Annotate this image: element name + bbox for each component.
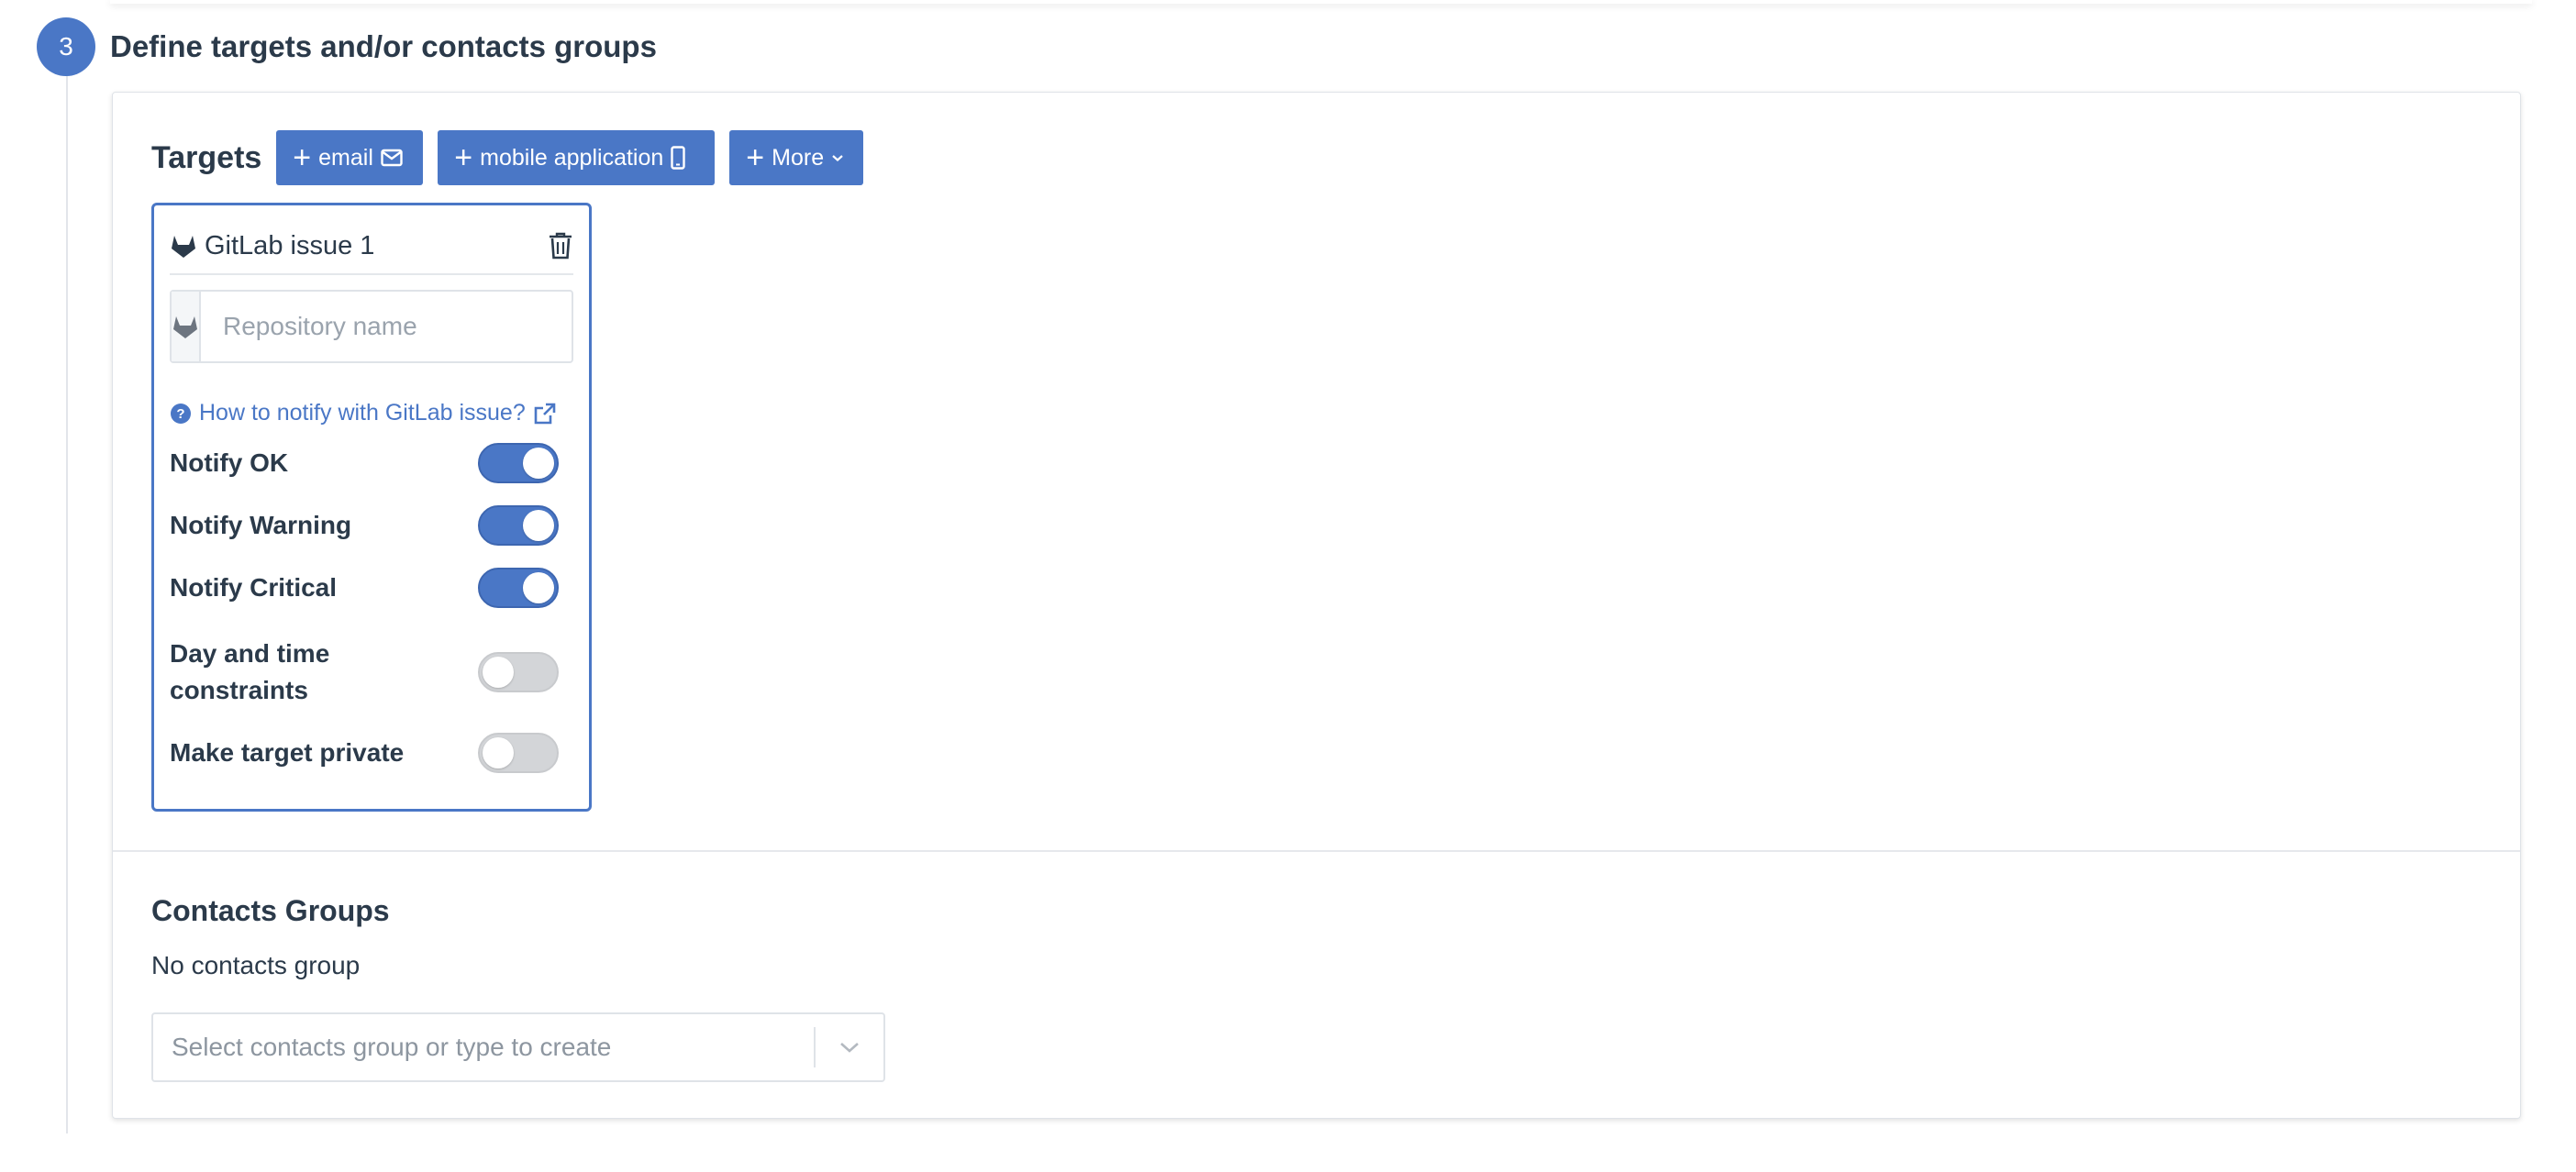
contacts-select-placeholder: Select contacts group or type to create (172, 1033, 612, 1061)
more-label: More (772, 144, 825, 171)
notify-ok-toggle[interactable] (478, 443, 559, 483)
step-number-badge: 3 (37, 17, 95, 76)
notify-critical-toggle[interactable] (478, 568, 559, 608)
step-title: Define targets and/or contacts groups (110, 29, 657, 63)
targets-header: Targets + email + mobile application + M… (151, 130, 878, 185)
option-notify-warning: Notify Warning (170, 505, 559, 546)
toggle-knob (483, 657, 514, 688)
gitlab-help-link[interactable]: ? How to notify with GitLab issue? (170, 400, 557, 426)
toggle-knob (523, 448, 554, 479)
option-label: Notify Warning (170, 511, 352, 539)
repository-addon (172, 292, 201, 361)
toggle-knob (523, 510, 554, 541)
add-mobile-target-button[interactable]: + mobile application (438, 130, 716, 185)
option-notify-ok: Notify OK (170, 443, 559, 483)
option-label: Day and time constraints (170, 639, 330, 704)
option-label: Make target private (170, 738, 405, 767)
chevron-down-icon (840, 1043, 859, 1053)
svg-text:?: ? (176, 406, 184, 422)
toggle-knob (523, 572, 554, 603)
add-email-target-button[interactable]: + email (276, 130, 424, 185)
more-targets-button[interactable]: + More (729, 130, 864, 185)
select-dropdown-toggle[interactable] (816, 1040, 883, 1055)
plus-icon: + (454, 140, 473, 175)
option-make-private: Make target private (170, 733, 559, 773)
gitlab-icon (173, 316, 197, 338)
step-timeline-line (66, 51, 68, 1133)
plus-icon: + (293, 140, 312, 175)
chevron-down-icon (832, 155, 843, 161)
repository-name-input[interactable] (201, 292, 576, 361)
make-private-toggle[interactable] (478, 733, 559, 773)
mobile-phone-icon (671, 146, 685, 170)
option-label: Notify OK (170, 448, 289, 477)
help-link-label: How to notify with GitLab issue? (199, 400, 526, 426)
notify-warning-toggle[interactable] (478, 505, 559, 546)
gitlab-icon (172, 236, 195, 258)
trash-icon[interactable] (548, 231, 573, 260)
option-day-time-constraints: Day and time constraints (170, 636, 559, 709)
option-label: Notify Critical (170, 573, 338, 602)
add-mobile-label: mobile application (480, 144, 664, 171)
plus-icon: + (746, 140, 765, 175)
option-notify-critical: Notify Critical (170, 568, 559, 608)
previous-section-edge (110, 0, 2532, 4)
envelope-icon (381, 149, 403, 167)
targets-panel: Targets + email + mobile application + M… (112, 92, 2521, 1119)
gitlab-target-card: GitLab issue 1 ? How to notify with GitL… (151, 203, 592, 812)
repository-input-group (170, 290, 576, 363)
question-circle-icon: ? (171, 403, 191, 424)
section-divider (113, 850, 2520, 852)
no-contacts-text: No contacts group (151, 951, 361, 979)
add-email-label: email (318, 144, 373, 171)
contacts-group-select[interactable]: Select contacts group or type to create (151, 1012, 885, 1082)
contacts-groups-title: Contacts Groups (151, 894, 390, 927)
external-link-icon (534, 403, 556, 424)
target-card-title: GitLab issue 1 (205, 230, 375, 260)
targets-title: Targets (151, 139, 262, 175)
toggle-knob (483, 737, 514, 768)
day-time-constraints-toggle[interactable] (478, 652, 559, 692)
target-card-header: GitLab issue 1 (170, 218, 573, 275)
step-number: 3 (59, 32, 73, 61)
